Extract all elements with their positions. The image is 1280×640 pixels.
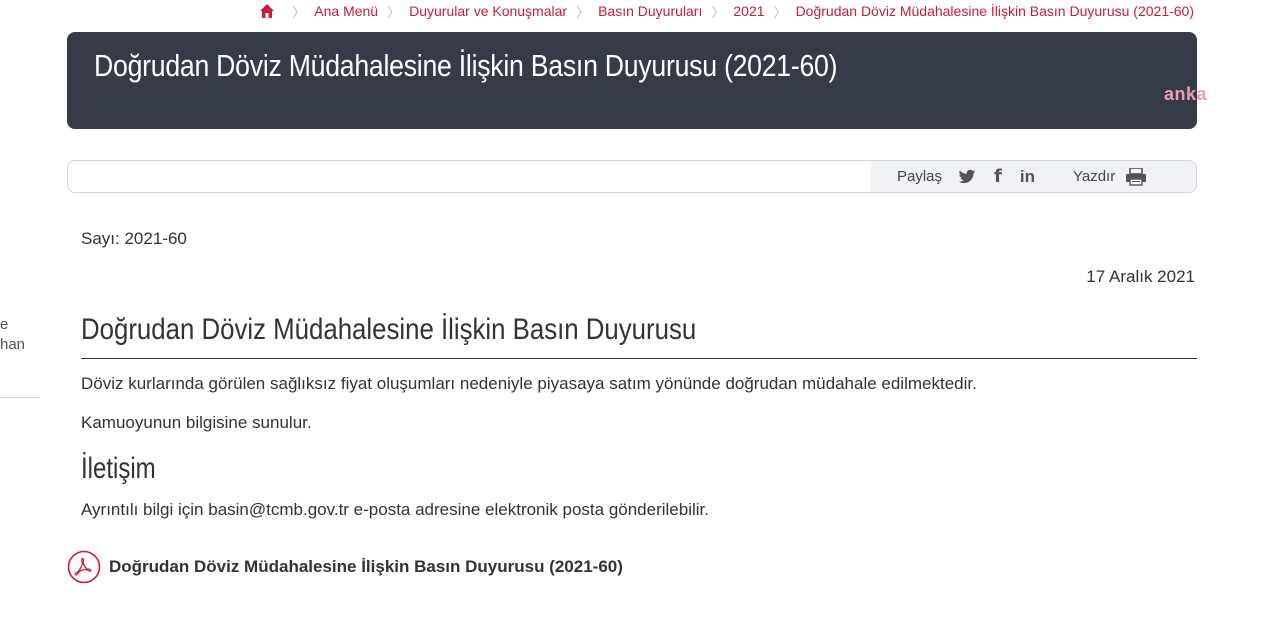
linkedin-icon[interactable]: in xyxy=(1020,167,1035,187)
facebook-icon[interactable]: f xyxy=(994,166,1002,187)
watermark: anka xyxy=(1163,84,1207,104)
issue-number: Sayı: 2021-60 xyxy=(81,229,187,248)
publication-date: 17 Aralık 2021 xyxy=(1086,267,1195,286)
share-label: Paylaş xyxy=(897,168,943,185)
share-area: Paylaş f in Yazdır xyxy=(871,161,1196,192)
share-bar: Paylaş f in Yazdır xyxy=(67,160,1197,193)
breadcrumb-link-announcements[interactable]: Duyurular ve Konuşmalar xyxy=(409,3,567,19)
twitter-icon[interactable] xyxy=(958,169,976,185)
title-banner: Doğrudan Döviz Müdahalesine İlişkin Bası… xyxy=(67,32,1206,129)
left-divider xyxy=(0,397,40,398)
chevron-right-icon: 〉 xyxy=(773,4,787,20)
page-title: Doğrudan Döviz Müdahalesine İlişkin Bası… xyxy=(94,48,838,83)
content-heading: Doğrudan Döviz Müdahalesine İlişkin Bası… xyxy=(81,313,697,346)
chevron-right-icon: 〉 xyxy=(292,4,306,20)
contact-heading: İletişim xyxy=(81,452,156,485)
print-label[interactable]: Yazdır xyxy=(1073,168,1115,185)
chevron-right-icon: 〉 xyxy=(711,4,725,20)
breadcrumb-link-year[interactable]: 2021 xyxy=(733,3,764,19)
breadcrumb: 〉 Ana Menü 〉 Duyurular ve Konuşmalar 〉 B… xyxy=(259,0,1194,22)
chevron-right-icon: 〉 xyxy=(387,4,401,20)
breadcrumb-current[interactable]: Doğrudan Döviz Müdahalesine İlişkin Bası… xyxy=(796,3,1194,19)
left-fragment-line[interactable]: e xyxy=(0,315,25,335)
body-paragraph: Döviz kurlarında görülen sağlıksız fiyat… xyxy=(81,374,977,393)
breadcrumb-link-main-menu[interactable]: Ana Menü xyxy=(314,3,378,19)
left-fragment-line[interactable]: han xyxy=(0,335,25,355)
heading-divider xyxy=(81,358,1197,359)
pdf-link-label[interactable]: Doğrudan Döviz Müdahalesine İlişkin Bası… xyxy=(109,557,623,577)
contact-text: Ayrıntılı bilgi için basin@tcmb.gov.tr e… xyxy=(81,500,709,519)
body-paragraph: Kamuoyunun bilgisine sunulur. xyxy=(81,413,312,432)
pdf-download-link[interactable]: Doğrudan Döviz Müdahalesine İlişkin Bası… xyxy=(67,550,623,584)
left-sidebar-fragment: e han xyxy=(0,315,25,355)
breadcrumb-link-press-releases[interactable]: Basın Duyuruları xyxy=(598,3,702,19)
chevron-right-icon: 〉 xyxy=(576,4,590,20)
pdf-icon xyxy=(67,550,101,584)
home-icon[interactable] xyxy=(259,3,275,19)
printer-icon[interactable] xyxy=(1125,167,1147,186)
